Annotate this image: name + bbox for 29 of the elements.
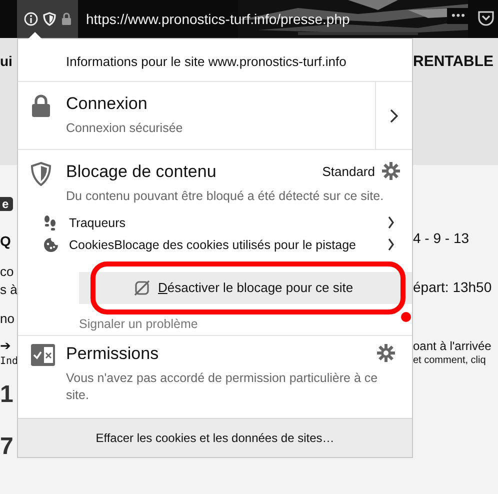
page-text: co	[0, 264, 14, 279]
page-text: Ind	[0, 356, 18, 367]
blocking-mode: Standard	[322, 164, 375, 181]
page-text: 7	[0, 433, 14, 461]
page-text: ➔	[0, 338, 11, 353]
section-description: Du contenu pouvant être bloqué a été détecté sur ce site.	[66, 188, 385, 205]
list-item[interactable]: CookiesBlocage des cookies utilisés pour le pistage	[31, 236, 400, 253]
page-text: 1	[0, 381, 14, 409]
page-text: épart: 13h50	[413, 279, 492, 295]
section-description: Vous n'avez pas accordé de permission particulière à ce site.	[66, 370, 379, 404]
page-text: ui	[0, 53, 12, 69]
page-badge: e	[0, 197, 13, 211]
page-text: Q	[0, 233, 11, 249]
section-title: Connexion	[66, 94, 148, 114]
page-text: RENTABLE	[413, 53, 494, 70]
clear-data-button[interactable]: Effacer les cookies et les données de sites…	[18, 418, 412, 457]
list-item[interactable]: Traqueurs	[31, 214, 400, 231]
page-text: oant à l'arrivée	[413, 339, 492, 353]
page-text: et comment, cliq	[413, 355, 486, 366]
section-title: Permissions	[66, 344, 160, 364]
disable-blocking-button[interactable]: Désactiver le blocage pour ce site	[79, 272, 412, 304]
report-link[interactable]: Signaler un problème	[79, 316, 198, 331]
page-text: no	[0, 311, 14, 326]
more-button[interactable]: •••	[447, 8, 470, 24]
section-title: Blocage de contenu	[66, 162, 218, 182]
url-text[interactable]: https://www.pronostics-turf.info/presse.php	[86, 11, 350, 27]
page-text: 4 - 9 - 13	[413, 230, 470, 246]
connection-status: Connexion sécurisée	[66, 120, 183, 137]
page-text: s à	[0, 282, 18, 297]
